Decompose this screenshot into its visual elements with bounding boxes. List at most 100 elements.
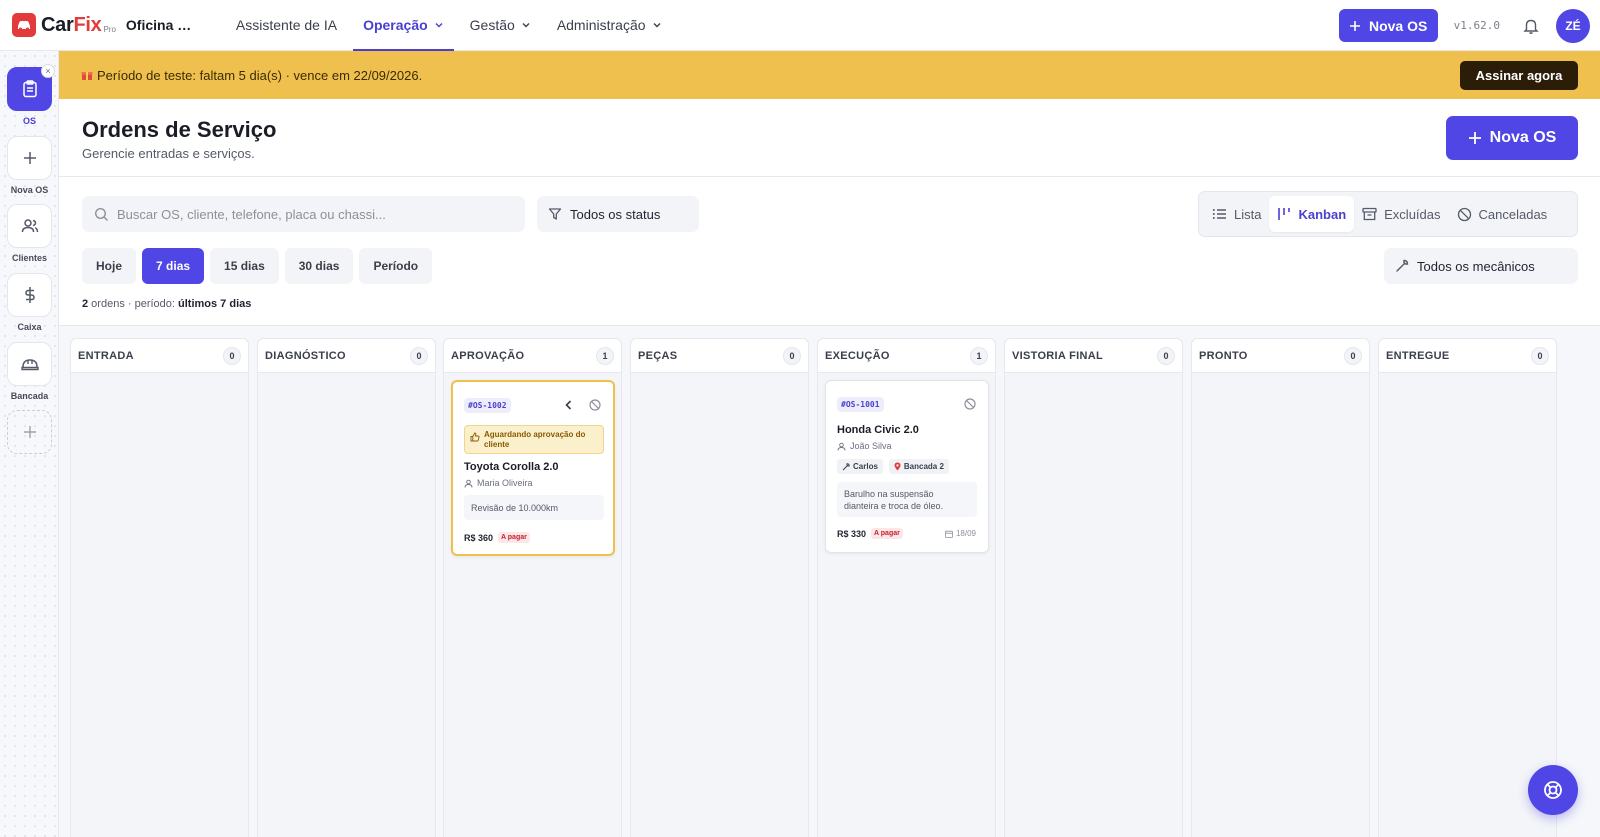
order-card-os-1002[interactable]: #OS-1002 Aguardando aprovação do cliente…	[451, 380, 615, 556]
kanban-column-diagnostico: DIAGNÓSTICO 0	[257, 338, 436, 837]
order-id: #OS-1001	[837, 397, 884, 412]
mechanic-filter[interactable]: Todos os mecânicos	[1384, 248, 1578, 284]
column-count: 1	[970, 346, 988, 365]
kanban-board: ENTRADA 0 DIAGNÓSTICO 0 APROVAÇÃO 1 #OS-100…	[59, 326, 1600, 837]
kanban-column-vistoria-final: VISTORIA FINAL 0	[1004, 338, 1183, 837]
kanban-column-pecas: PEÇAS 0	[630, 338, 809, 837]
filters-panel: Todos os status Lista Kanban Excluídas C…	[59, 177, 1600, 326]
column-count: 0	[410, 346, 428, 365]
vehicle-name: Toyota Corolla 2.0	[464, 461, 559, 473]
service-description: Revisão de 10.000km	[464, 495, 604, 520]
search-input[interactable]	[117, 206, 497, 222]
order-price: R$ 330 A pagar	[837, 528, 903, 539]
kanban-column-aprovacao: APROVAÇÃO 1 #OS-1002 Aguardando aprovação…	[443, 338, 622, 837]
payment-status-badge: A pagar	[871, 528, 903, 539]
view-canceladas[interactable]: Canceladas	[1449, 196, 1556, 232]
status-filter[interactable]: Todos os status	[537, 196, 699, 232]
clipboard-icon	[22, 80, 37, 98]
nav-administracao[interactable]: Administração	[544, 0, 675, 51]
view-kanban[interactable]: Kanban	[1269, 196, 1355, 232]
sidebar-add-shortcut[interactable]	[7, 410, 52, 454]
nav-assistente-ia[interactable]: Assistente de IA	[223, 0, 350, 51]
period-hoje[interactable]: Hoje	[82, 248, 137, 284]
page-subtitle: Gerencie entradas e serviços.	[82, 146, 255, 161]
nova-os-top-button[interactable]: Nova OS	[1338, 9, 1438, 42]
vehicle-name: Honda Civic 2.0	[837, 424, 919, 436]
page-title: Ordens de Serviço	[82, 117, 277, 142]
filter-icon	[548, 208, 562, 220]
column-count: 0	[1157, 346, 1175, 365]
column-count: 0	[1344, 346, 1362, 365]
chevron-down-icon	[522, 23, 530, 28]
ban-icon	[1457, 207, 1471, 221]
kanban-column-entregue: ENTREGUE 0	[1378, 338, 1557, 837]
view-excluidas[interactable]: Excluídas	[1354, 196, 1448, 232]
view-switch: Lista Kanban Excluídas Canceladas	[1198, 191, 1578, 237]
period-30-dias[interactable]: 30 dias	[284, 248, 354, 284]
chevron-down-icon	[653, 23, 661, 28]
client-name: Maria Oliveira	[464, 478, 533, 488]
period-7-dias[interactable]: 7 dias	[142, 248, 205, 284]
period-15-dias[interactable]: 15 dias	[210, 248, 279, 284]
order-date: 18/09	[945, 529, 976, 538]
users-icon	[21, 219, 38, 233]
mechanic-tag: Carlos	[837, 459, 883, 474]
column-count: 0	[223, 346, 241, 365]
plus-icon	[1468, 132, 1481, 144]
kanban-column-entrada: ENTRADA 0	[70, 338, 249, 837]
period-chips: Hoje 7 dias 15 dias 30 dias Período	[82, 248, 433, 284]
help-button[interactable]	[1528, 765, 1578, 815]
ban-icon[interactable]	[964, 398, 976, 410]
car-logo-icon	[12, 13, 36, 37]
page-header: Ordens de Serviço Gerencie entradas e se…	[59, 99, 1600, 177]
user-icon	[464, 479, 473, 488]
thumbs-up-icon	[470, 432, 480, 442]
trial-message: Período de teste: faltam 5 dia(s) · venc…	[97, 67, 423, 83]
kanban-icon	[1278, 208, 1291, 220]
user-icon	[837, 442, 846, 451]
user-avatar[interactable]: ZÉ	[1556, 8, 1590, 43]
dollar-icon	[24, 287, 35, 303]
app-version: v1.62.0	[1453, 19, 1500, 32]
chevron-down-icon	[435, 23, 443, 28]
card-tags: Carlos Bancada 2	[837, 459, 949, 474]
column-count: 1	[596, 346, 614, 365]
search-box[interactable]	[82, 196, 525, 232]
gift-icon	[81, 72, 93, 80]
ban-icon[interactable]	[589, 399, 601, 411]
bell-icon[interactable]	[1522, 17, 1540, 35]
wrench-icon	[842, 462, 850, 470]
sidebar-item-os[interactable]: × OS	[7, 64, 55, 126]
brand-name: CarFix	[41, 13, 102, 36]
kanban-column-pronto: PRONTO 0	[1191, 338, 1370, 837]
plus-icon	[1349, 20, 1360, 31]
chevron-left-icon[interactable]	[563, 399, 575, 411]
order-price: R$ 360 A pagar	[464, 532, 530, 543]
sidebar-item-bancada[interactable]: Bancada	[7, 342, 52, 401]
period-custom[interactable]: Período	[359, 248, 433, 284]
approval-notice: Aguardando aprovação do cliente	[464, 425, 604, 454]
trial-banner: Período de teste: faltam 5 dia(s) · venc…	[59, 51, 1600, 99]
subscribe-button[interactable]: Assinar agora	[1460, 61, 1578, 90]
nav-gestao[interactable]: Gestão	[457, 0, 544, 51]
sidebar-item-nova-os[interactable]: Nova OS	[7, 136, 52, 195]
bench-tag: Bancada 2	[888, 459, 949, 474]
plus-icon	[23, 152, 36, 164]
payment-status-badge: A pagar	[498, 532, 530, 543]
hardhat-icon	[20, 359, 39, 371]
brand[interactable]: CarFix Pro Oficina Modelo	[12, 13, 192, 37]
archive-icon	[1362, 207, 1377, 221]
orders-count: 2 ordens · período: últimos 7 dias	[82, 298, 252, 310]
view-lista[interactable]: Lista	[1204, 196, 1269, 232]
nova-os-button[interactable]: Nova OS	[1446, 116, 1578, 160]
search-icon	[94, 207, 108, 221]
sidebar-item-clientes[interactable]: Clientes	[7, 204, 52, 263]
order-card-os-1001[interactable]: #OS-1001 Honda Civic 2.0 João Silva Carl…	[825, 380, 989, 553]
kanban-column-execucao: EXECUÇÃO 1 #OS-1001 Honda Civic 2.0 João …	[817, 338, 996, 837]
lifebuoy-icon	[1544, 781, 1562, 799]
nav-operacao[interactable]: Operação	[350, 0, 457, 51]
wrench-icon	[1396, 259, 1409, 272]
sidebar-item-caixa[interactable]: Caixa	[7, 273, 52, 332]
close-icon[interactable]: ×	[41, 64, 55, 78]
shop-name: Oficina Modelo	[125, 17, 192, 33]
